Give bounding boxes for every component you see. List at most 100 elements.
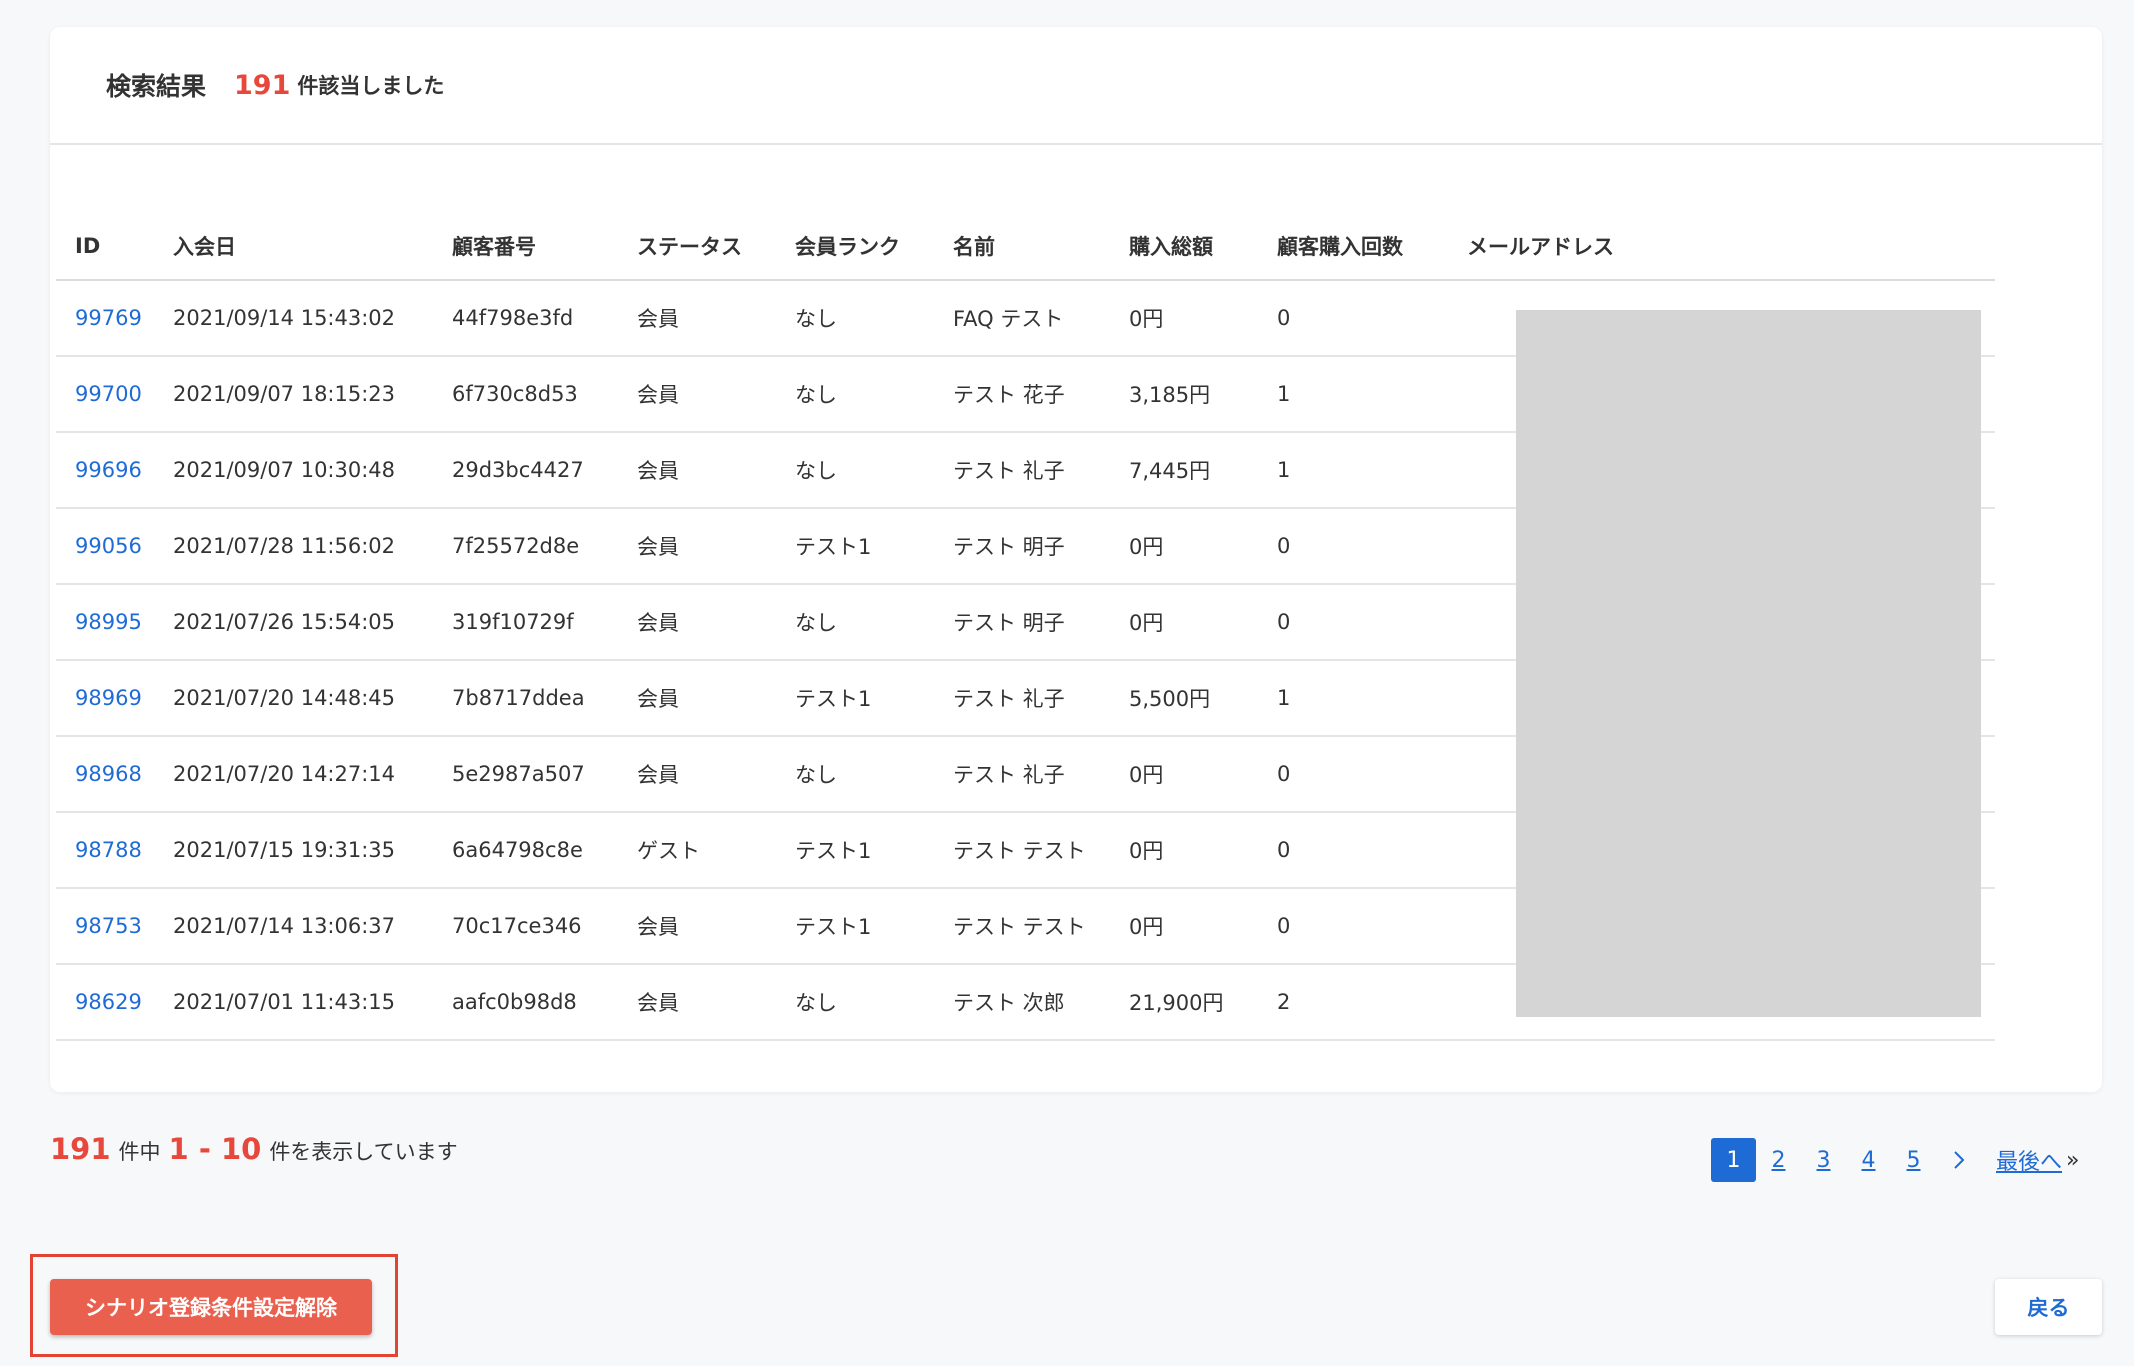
customer-id-cell: 99700 — [56, 356, 154, 433]
column-header: ステータス — [618, 212, 776, 281]
page-link-2[interactable]: 2 — [1756, 1138, 1801, 1182]
member-rank-cell: なし — [776, 280, 934, 357]
status-cell: 会員 — [618, 736, 776, 813]
summary-total: 191 — [50, 1132, 111, 1166]
page-link-1[interactable]: 1 — [1711, 1138, 1756, 1182]
purchase-total-cell: 0円 — [1110, 280, 1258, 357]
customer-number-cell: 5e2987a507 — [433, 736, 618, 813]
customer-id-cell: 98629 — [56, 964, 154, 1041]
purchase-count-cell: 0 — [1258, 584, 1448, 661]
customer-id-link[interactable]: 99056 — [75, 534, 142, 558]
back-button[interactable]: 戻る — [1995, 1279, 2102, 1335]
purchase-total-cell: 0円 — [1110, 736, 1258, 813]
customer-id-link[interactable]: 98753 — [75, 914, 142, 938]
purchase-count-cell: 0 — [1258, 508, 1448, 585]
purchase-total-cell: 0円 — [1110, 888, 1258, 965]
customer-id-link[interactable]: 98629 — [75, 990, 142, 1014]
purchase-total-cell: 21,900円 — [1110, 964, 1258, 1041]
purchase-total-cell: 3,185円 — [1110, 356, 1258, 433]
customer-id-link[interactable]: 99700 — [75, 382, 142, 406]
customer-number-cell: 70c17ce346 — [433, 888, 618, 965]
column-header: ID — [56, 212, 154, 281]
customer-name-cell: テスト 礼子 — [934, 660, 1110, 737]
member-rank-cell: テスト1 — [776, 508, 934, 585]
status-cell: 会員 — [618, 432, 776, 509]
purchase-count-cell: 1 — [1258, 660, 1448, 737]
last-page-link[interactable]: 最後へ — [1996, 1144, 2062, 1176]
customer-number-cell: 6f730c8d53 — [433, 356, 618, 433]
column-header: 会員ランク — [776, 212, 934, 281]
column-header: 名前 — [934, 212, 1110, 281]
member-rank-cell: テスト1 — [776, 812, 934, 889]
page-title: 検索結果 — [106, 72, 207, 101]
status-cell: 会員 — [618, 964, 776, 1041]
customer-name-cell: テスト 明子 — [934, 584, 1110, 661]
status-cell: 会員 — [618, 888, 776, 965]
pagination: 12345 最後へ » — [1711, 1138, 2079, 1182]
join-date-cell: 2021/07/01 11:43:15 — [154, 964, 433, 1041]
join-date-cell: 2021/07/15 19:31:35 — [154, 812, 433, 889]
join-date-cell: 2021/09/07 18:15:23 — [154, 356, 433, 433]
customer-id-link[interactable]: 98788 — [75, 838, 142, 862]
member-rank-cell: テスト1 — [776, 888, 934, 965]
customer-name-cell: テスト 礼子 — [934, 432, 1110, 509]
member-rank-cell: なし — [776, 432, 934, 509]
customer-id-link[interactable]: 98995 — [75, 610, 142, 634]
status-cell: 会員 — [618, 356, 776, 433]
customer-id-cell: 98995 — [56, 584, 154, 661]
email-redaction-block — [1516, 310, 1981, 1017]
card-header: 検索結果 191 件該当しました — [50, 27, 2102, 145]
purchase-total-cell: 0円 — [1110, 584, 1258, 661]
purchase-total-cell: 7,445円 — [1110, 432, 1258, 509]
page-link-4[interactable]: 4 — [1846, 1138, 1891, 1182]
join-date-cell: 2021/07/20 14:48:45 — [154, 660, 433, 737]
customer-name-cell: テスト テスト — [934, 888, 1110, 965]
customer-id-cell: 98968 — [56, 736, 154, 813]
result-count: 191 — [234, 69, 291, 101]
purchase-count-cell: 0 — [1258, 888, 1448, 965]
purchase-total-cell: 0円 — [1110, 812, 1258, 889]
customer-id-cell: 98969 — [56, 660, 154, 737]
join-date-cell: 2021/09/07 10:30:48 — [154, 432, 433, 509]
last-page-raquo: » — [2066, 1147, 2080, 1173]
customer-id-cell: 99769 — [56, 280, 154, 357]
customer-number-cell: 44f798e3fd — [433, 280, 618, 357]
chevron-right-icon[interactable] — [1936, 1138, 1981, 1182]
purchase-count-cell: 0 — [1258, 736, 1448, 813]
page-link-5[interactable]: 5 — [1891, 1138, 1936, 1182]
release-scenario-condition-button[interactable]: シナリオ登録条件設定解除 — [50, 1279, 372, 1335]
customer-id-cell: 98753 — [56, 888, 154, 965]
customer-id-link[interactable]: 98969 — [75, 686, 142, 710]
summary-text-end: 件を表示しています — [269, 1140, 458, 1164]
column-header: 入会日 — [154, 212, 433, 281]
customer-id-cell: 99056 — [56, 508, 154, 585]
status-cell: ゲスト — [618, 812, 776, 889]
member-rank-cell: なし — [776, 736, 934, 813]
purchase-count-cell: 0 — [1258, 812, 1448, 889]
column-header: メールアドレス — [1448, 212, 1995, 281]
customer-number-cell: 7b8717ddea — [433, 660, 618, 737]
member-rank-cell: なし — [776, 964, 934, 1041]
summary-text-mid: 件中 — [118, 1140, 161, 1164]
customer-number-cell: 7f25572d8e — [433, 508, 618, 585]
customer-name-cell: テスト テスト — [934, 812, 1110, 889]
page-link-3[interactable]: 3 — [1801, 1138, 1846, 1182]
status-cell: 会員 — [618, 584, 776, 661]
customer-name-cell: テスト 次郎 — [934, 964, 1110, 1041]
customer-id-link[interactable]: 99769 — [75, 306, 142, 330]
pagination-summary: 191 件中 1 - 10 件を表示しています — [50, 1132, 466, 1166]
join-date-cell: 2021/07/14 13:06:37 — [154, 888, 433, 965]
customer-id-link[interactable]: 98968 — [75, 762, 142, 786]
status-cell: 会員 — [618, 280, 776, 357]
customer-number-cell: 319f10729f — [433, 584, 618, 661]
purchase-count-cell: 1 — [1258, 432, 1448, 509]
join-date-cell: 2021/07/20 14:27:14 — [154, 736, 433, 813]
purchase-total-cell: 0円 — [1110, 508, 1258, 585]
member-rank-cell: なし — [776, 584, 934, 661]
result-count-suffix: 件該当しました — [297, 74, 445, 98]
customer-id-link[interactable]: 99696 — [75, 458, 142, 482]
column-header: 購入総額 — [1110, 212, 1258, 281]
purchase-count-cell: 2 — [1258, 964, 1448, 1041]
member-rank-cell: テスト1 — [776, 660, 934, 737]
join-date-cell: 2021/09/14 15:43:02 — [154, 280, 433, 357]
